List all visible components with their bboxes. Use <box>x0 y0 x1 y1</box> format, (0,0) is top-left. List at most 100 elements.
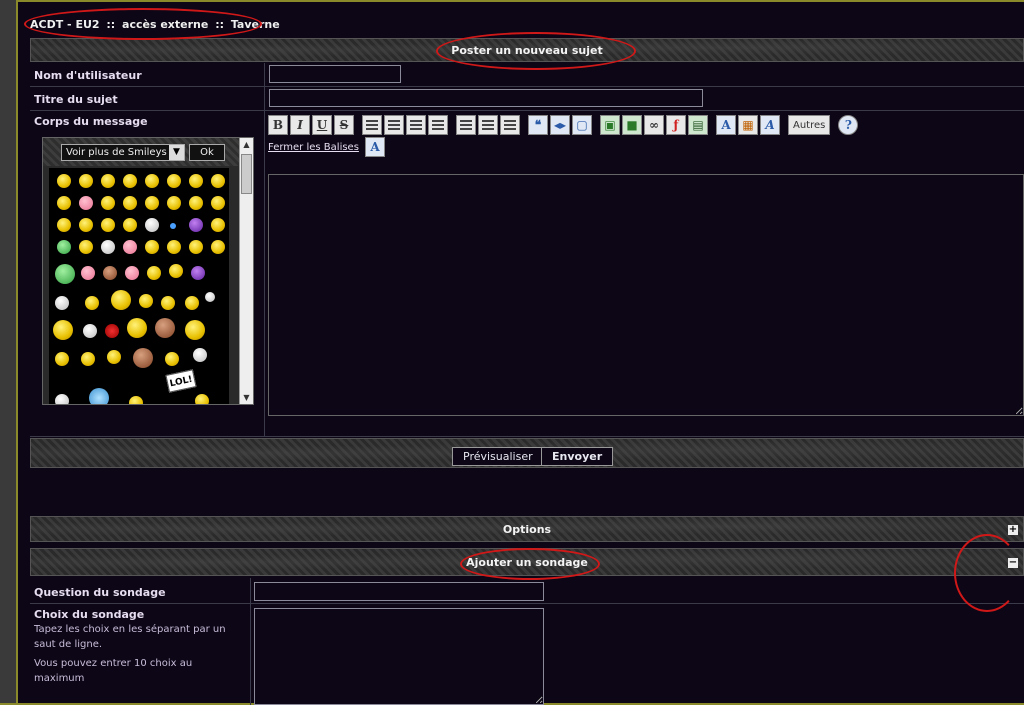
code-button[interactable]: ◂▸ <box>550 115 570 135</box>
smiley-icon[interactable] <box>123 196 137 210</box>
sleep-icon[interactable] <box>205 292 215 302</box>
preview-button[interactable]: Prévisualiser <box>452 447 544 466</box>
align-right-button[interactable] <box>406 115 426 135</box>
smiley-icon[interactable] <box>145 196 159 210</box>
smiley-icon[interactable] <box>83 324 97 338</box>
options-expand-icon[interactable]: + <box>1008 525 1018 535</box>
poll-question-input[interactable] <box>254 582 544 601</box>
flash-button[interactable]: ƒ <box>666 115 686 135</box>
bullet-list-button[interactable] <box>456 115 476 135</box>
smiley-icon[interactable] <box>57 196 71 210</box>
link-button[interactable]: ∞ <box>644 115 664 135</box>
subject-input[interactable] <box>269 89 703 107</box>
breadcrumb-subsection-link[interactable]: Taverne <box>231 18 280 31</box>
smiley-icon[interactable] <box>145 240 159 254</box>
video-button[interactable]: ▤ <box>688 115 708 135</box>
smiley-icon[interactable] <box>185 296 199 310</box>
smiley-icon[interactable] <box>211 196 225 210</box>
smiley-icon[interactable] <box>145 174 159 188</box>
smiley-icon[interactable] <box>139 294 153 308</box>
smiley-icon[interactable] <box>155 318 175 338</box>
smiley-icon[interactable] <box>103 266 117 280</box>
smiley-icon[interactable] <box>81 352 95 366</box>
smiley-icon[interactable] <box>101 218 115 232</box>
scroll-thumb[interactable] <box>241 154 252 194</box>
host-image-button[interactable]: ■ <box>622 115 642 135</box>
smileys-scrollbar[interactable]: ▲ ▼ <box>239 138 253 404</box>
smiley-icon[interactable] <box>211 174 225 188</box>
smiley-icon[interactable] <box>189 174 203 188</box>
scroll-down-icon[interactable]: ▼ <box>240 391 253 404</box>
smiley-icon[interactable] <box>57 240 71 254</box>
underline-button[interactable]: U <box>312 115 332 135</box>
smiley-icon[interactable] <box>85 296 99 310</box>
smiley-icon[interactable] <box>211 218 225 232</box>
others-button[interactable]: Autres <box>788 115 831 135</box>
font-color-button[interactable]: A <box>365 137 385 157</box>
spoiler-button[interactable]: ▢ <box>572 115 592 135</box>
poll-collapse-icon[interactable]: − <box>1008 558 1018 568</box>
smiley-icon[interactable] <box>79 174 93 188</box>
close-tags-link[interactable]: Fermer les Balises <box>268 142 359 153</box>
smiley-icon[interactable] <box>123 240 137 254</box>
smiley-icon[interactable] <box>147 266 161 280</box>
send-button[interactable]: Envoyer <box>541 447 614 466</box>
smiley-icon[interactable] <box>189 240 203 254</box>
numbered-list-button[interactable] <box>478 115 498 135</box>
options-bar[interactable]: Options <box>30 516 1024 542</box>
star-icon[interactable] <box>170 223 176 229</box>
smileys-select[interactable]: Voir plus de Smileys ▼ <box>61 144 185 161</box>
smiley-icon[interactable] <box>125 266 139 280</box>
smiley-icon[interactable] <box>129 396 143 404</box>
smiley-icon[interactable] <box>105 324 119 338</box>
lol-sign-icon[interactable]: LOL! <box>165 369 197 393</box>
smiley-icon[interactable] <box>169 264 183 278</box>
smiley-icon[interactable] <box>145 218 159 232</box>
scroll-up-icon[interactable]: ▲ <box>240 138 253 151</box>
smiley-icon[interactable] <box>55 296 69 310</box>
smiley-icon[interactable] <box>101 240 115 254</box>
smiley-icon[interactable] <box>167 196 181 210</box>
breadcrumb-forum-link[interactable]: ACDT - EU2 <box>30 18 100 31</box>
smiley-icon[interactable] <box>185 320 205 340</box>
align-center-button[interactable] <box>384 115 404 135</box>
font-style-button[interactable]: A <box>716 115 736 135</box>
horizontal-rule-button[interactable] <box>500 115 520 135</box>
message-textarea[interactable] <box>268 174 1024 416</box>
smiley-icon[interactable] <box>191 266 205 280</box>
smiley-icon[interactable] <box>81 266 95 280</box>
breadcrumb-section-link[interactable]: accès externe <box>122 18 208 31</box>
smiley-icon[interactable] <box>123 218 137 232</box>
smiley-icon[interactable] <box>211 240 225 254</box>
smiley-icon[interactable] <box>161 296 175 310</box>
smiley-icon[interactable] <box>55 264 75 284</box>
italic-button[interactable]: I <box>290 115 310 135</box>
smiley-icon[interactable] <box>55 352 69 366</box>
smiley-icon[interactable] <box>79 218 93 232</box>
poll-choices-textarea[interactable] <box>254 608 544 705</box>
smileys-ok-button[interactable]: Ok <box>189 144 225 161</box>
smiley-icon[interactable] <box>57 218 71 232</box>
smiley-icon[interactable] <box>133 348 153 368</box>
smiley-icon[interactable] <box>127 318 147 338</box>
poll-bar[interactable]: Ajouter un sondage <box>30 548 1024 576</box>
smiley-icon[interactable] <box>167 240 181 254</box>
bold-button[interactable]: B <box>268 115 288 135</box>
smiley-icon[interactable] <box>189 218 203 232</box>
smiley-icon[interactable] <box>165 352 179 366</box>
username-input[interactable] <box>269 65 401 83</box>
smiley-icon[interactable] <box>89 388 109 404</box>
help-button[interactable]: ? <box>838 115 859 135</box>
smiley-icon[interactable] <box>79 240 93 254</box>
smiley-icon[interactable] <box>107 350 121 364</box>
smiley-icon[interactable] <box>167 174 181 188</box>
justify-button[interactable] <box>428 115 448 135</box>
smiley-icon[interactable] <box>111 290 131 310</box>
quote-button[interactable]: ❝ <box>528 115 548 135</box>
smiley-icon[interactable] <box>79 196 93 210</box>
color-button[interactable]: ▦ <box>738 115 758 135</box>
strike-button[interactable]: S <box>334 115 354 135</box>
font-size-button[interactable]: A <box>760 115 780 135</box>
smiley-icon[interactable] <box>57 174 71 188</box>
smiley-icon[interactable] <box>193 348 207 362</box>
